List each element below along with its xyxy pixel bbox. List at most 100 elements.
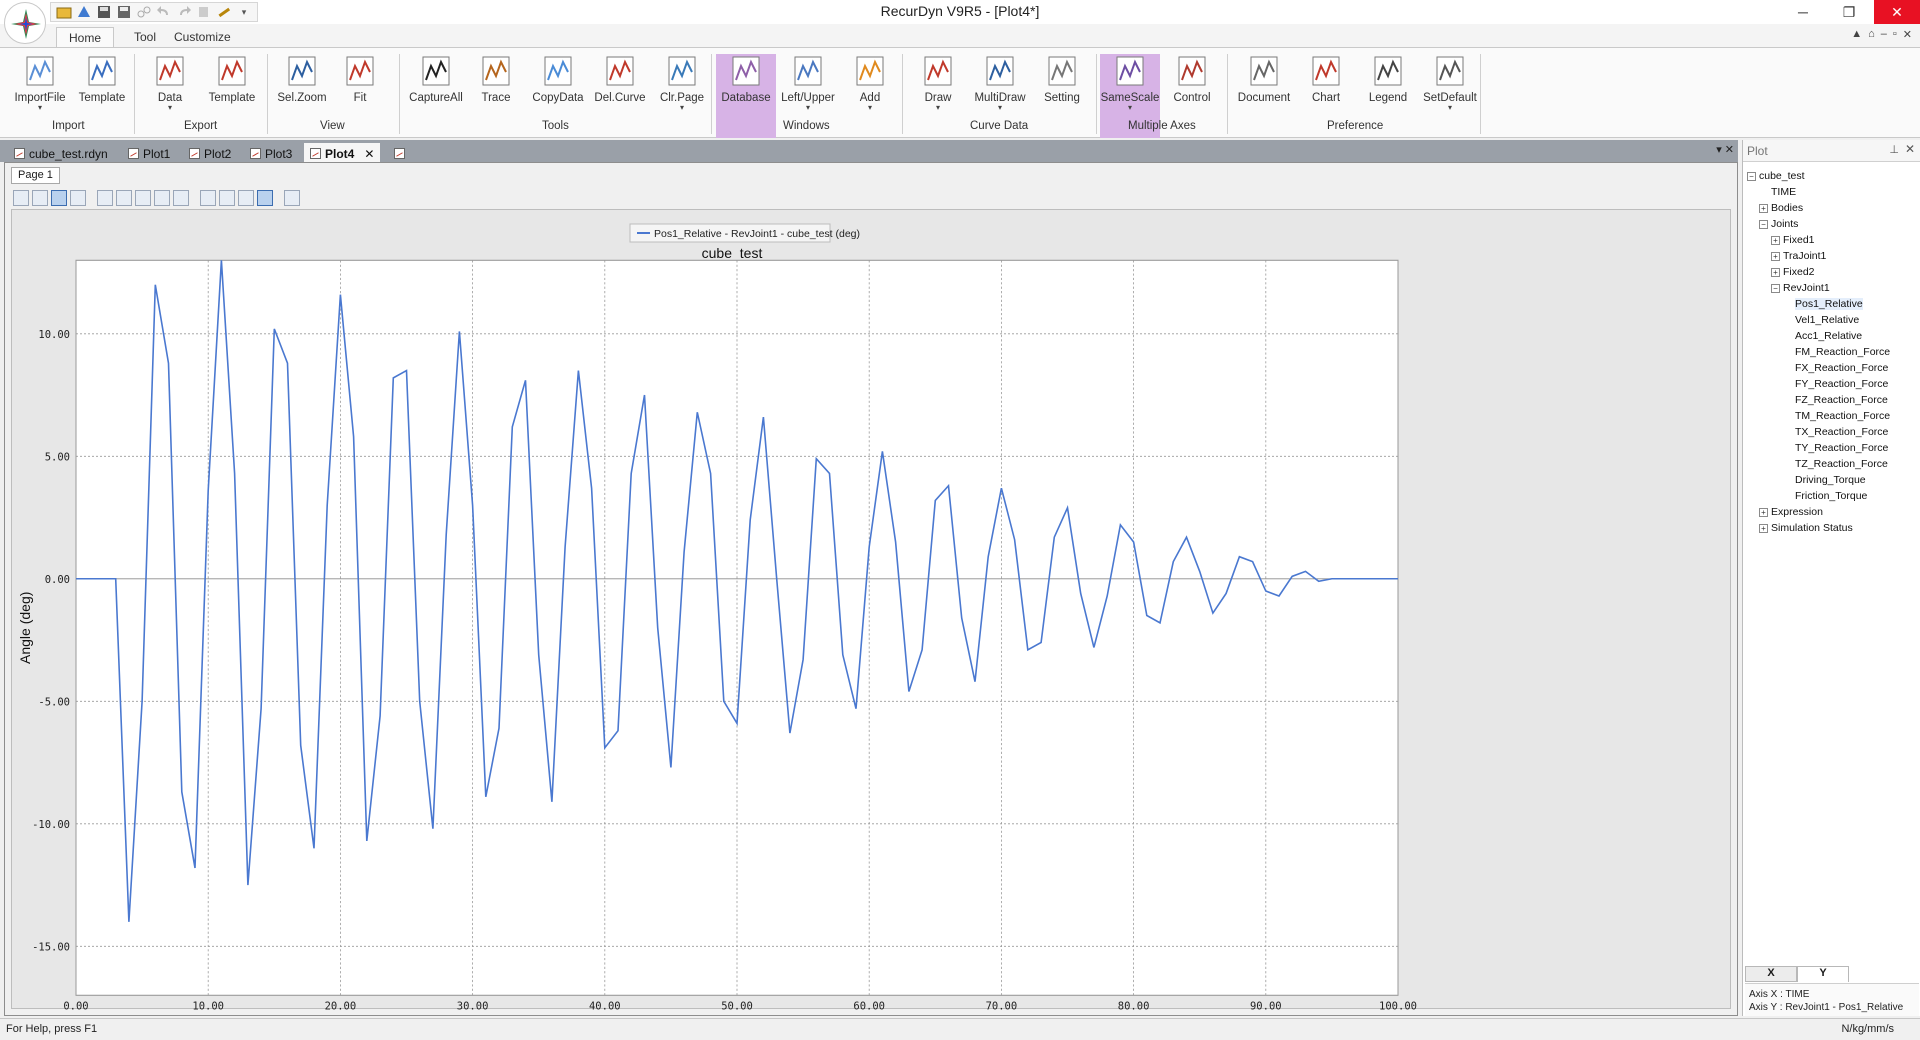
zoom-box-icon[interactable] xyxy=(116,190,132,206)
pin-icon[interactable]: ⊥ xyxy=(1889,143,1899,156)
ribbon-collapse-icon[interactable]: ▲ xyxy=(1851,28,1862,41)
left-upper-window-icon xyxy=(794,56,822,86)
scatter-icon[interactable] xyxy=(219,190,235,206)
tree-item-fixed1[interactable]: + Fixed1 xyxy=(1747,232,1919,248)
ribbon-home-icon[interactable]: ⌂ xyxy=(1868,28,1875,41)
tab-axis-y[interactable]: Y xyxy=(1797,966,1849,982)
app-logo-icon[interactable] xyxy=(4,2,46,44)
x-tick-label: 70.00 xyxy=(986,1000,1018,1010)
expand-icon[interactable]: + xyxy=(1759,507,1768,517)
doc-tab-plot2[interactable]: Plot2 xyxy=(183,143,237,162)
plot-search-input[interactable] xyxy=(1747,143,1871,159)
draw-button[interactable]: Draw ▾ xyxy=(908,54,968,138)
tree-item-label: Fixed2 xyxy=(1783,266,1815,278)
expand-icon[interactable]: + xyxy=(1771,251,1780,261)
dropdown-arrow-icon[interactable]: ▾ xyxy=(140,104,200,112)
tree-item-tx-reaction-force[interactable]: TX_Reaction_Force xyxy=(1747,424,1919,440)
tree-item-friction-torque[interactable]: Friction_Torque xyxy=(1747,488,1919,504)
close-tab-icon[interactable]: ✕ xyxy=(364,147,374,161)
tree-item-time[interactable]: TIME xyxy=(1747,184,1919,200)
doc-tab-plot3[interactable]: Plot3 xyxy=(244,143,298,162)
dropdown-arrow-icon[interactable]: ▾ xyxy=(652,104,712,112)
tree-item-expression[interactable]: + Expression xyxy=(1747,504,1919,520)
tree-item-revjoint1[interactable]: − RevJoint1 xyxy=(1747,280,1919,296)
pan-horizontal-icon[interactable] xyxy=(135,190,151,206)
tab-axis-x[interactable]: X xyxy=(1745,966,1797,982)
dropdown-arrow-icon[interactable]: ▾ xyxy=(908,104,968,112)
page-tab[interactable]: Page 1 xyxy=(11,167,60,184)
dropdown-arrow-icon[interactable]: ▾ xyxy=(1420,104,1480,112)
tree-item-bodies[interactable]: + Bodies xyxy=(1747,200,1919,216)
axis-swap-icon[interactable] xyxy=(238,190,254,206)
tree-item-fixed2[interactable]: + Fixed2 xyxy=(1747,264,1919,280)
tab-customize[interactable]: Customize xyxy=(162,27,243,48)
tree-item-driving-torque[interactable]: Driving_Torque xyxy=(1747,472,1919,488)
grid-toggle-icon[interactable] xyxy=(257,190,273,206)
mdi-restore-button[interactable]: ▫ xyxy=(1893,28,1897,41)
tree-item-label: TraJoint1 xyxy=(1783,250,1827,262)
pan-vertical-icon[interactable] xyxy=(154,190,170,206)
curve-list-icon[interactable] xyxy=(32,190,48,206)
tree-item-cube-test[interactable]: − cube_test xyxy=(1747,168,1919,184)
doc-tab-cube-test[interactable]: cube_test.rdyn xyxy=(8,143,114,162)
pen-icon[interactable] xyxy=(70,190,86,206)
mdi-close-button[interactable]: ✕ xyxy=(1903,28,1912,41)
expand-icon[interactable]: + xyxy=(1771,267,1780,277)
mdi-minimize-button[interactable]: – xyxy=(1881,28,1887,41)
tree-item-fx-reaction-force[interactable]: FX_Reaction_Force xyxy=(1747,360,1919,376)
tab-home[interactable]: Home xyxy=(56,27,115,48)
select-mode-icon[interactable] xyxy=(51,190,67,206)
tree-item-tz-reaction-force[interactable]: TZ_Reaction_Force xyxy=(1747,456,1919,472)
doc-tab-plot4[interactable]: Plot4 ✕ xyxy=(304,143,381,162)
document-button[interactable]: Document xyxy=(1234,54,1294,138)
trace-button[interactable]: Trace xyxy=(466,54,526,138)
database-button[interactable]: Database xyxy=(716,54,776,138)
doc-tab-plot1[interactable]: Plot1 xyxy=(122,143,176,162)
tree-item-trajoint1[interactable]: + TraJoint1 xyxy=(1747,248,1919,264)
dropdown-arrow-icon[interactable]: ▾ xyxy=(970,104,1030,112)
dropdown-arrow-icon[interactable]: ▾ xyxy=(10,104,70,112)
clr-page-button[interactable]: Clr.Page ▾ xyxy=(652,54,712,138)
del-curve-button[interactable]: Del.Curve xyxy=(590,54,650,138)
collapse-icon[interactable]: − xyxy=(1759,219,1768,229)
dropdown-arrow-icon[interactable]: ▾ xyxy=(840,104,900,112)
tab-list-controls[interactable]: ▾ ✕ xyxy=(1716,143,1734,156)
data-export-icon xyxy=(156,56,184,86)
dropdown-arrow-icon[interactable]: ▾ xyxy=(1100,104,1160,112)
ribbon-button-label: Chart xyxy=(1311,92,1341,104)
expand-icon[interactable]: + xyxy=(1759,523,1768,533)
tree-item-ty-reaction-force[interactable]: TY_Reaction_Force xyxy=(1747,440,1919,456)
collapse-icon[interactable]: − xyxy=(1771,283,1780,293)
tree-item-joints[interactable]: − Joints xyxy=(1747,216,1919,232)
add-button[interactable]: Add ▾ xyxy=(840,54,900,138)
setdefault-button[interactable]: SetDefault ▾ xyxy=(1420,54,1480,138)
zoom-fit-icon[interactable] xyxy=(173,190,189,206)
zoom-in-icon[interactable] xyxy=(97,190,113,206)
panel-close-icon[interactable]: ✕ xyxy=(1905,142,1915,156)
tree-item-label: TX_Reaction_Force xyxy=(1795,426,1889,438)
new-tab-button[interactable] xyxy=(388,143,411,162)
plot-canvas[interactable]: Pos1_Relative - RevJoint1 - cube_test (d… xyxy=(11,209,1731,1010)
minimize-button[interactable]: ─ xyxy=(1780,0,1826,24)
setting-button[interactable]: Setting xyxy=(1032,54,1092,138)
copy-plot-icon[interactable] xyxy=(13,190,29,206)
expand-icon[interactable]: + xyxy=(1771,235,1780,245)
expand-icon[interactable]: + xyxy=(1759,203,1768,213)
tree-item-label: Vel1_Relative xyxy=(1795,314,1860,326)
tree-item-fy-reaction-force[interactable]: FY_Reaction_Force xyxy=(1747,376,1919,392)
tree-item-pos1-relative[interactable]: Pos1_Relative xyxy=(1747,296,1919,312)
collapse-icon[interactable]: − xyxy=(1747,171,1756,181)
restore-button[interactable]: ❐ xyxy=(1826,0,1872,24)
tree-item-acc1-relative[interactable]: Acc1_Relative xyxy=(1747,328,1919,344)
template-import-icon xyxy=(88,56,116,86)
captureall-button[interactable]: CaptureAll xyxy=(406,54,466,138)
tree-item-tm-reaction-force[interactable]: TM_Reaction_Force xyxy=(1747,408,1919,424)
close-button[interactable]: ✕ xyxy=(1874,0,1920,24)
tree-item-fm-reaction-force[interactable]: FM_Reaction_Force xyxy=(1747,344,1919,360)
tree-item-vel1-relative[interactable]: Vel1_Relative xyxy=(1747,312,1919,328)
tree-item-simulation-status[interactable]: + Simulation Status xyxy=(1747,520,1919,536)
tree-item-fz-reaction-force[interactable]: FZ_Reaction_Force xyxy=(1747,392,1919,408)
dropdown-arrow-icon[interactable]: ▾ xyxy=(778,104,838,112)
cursor-tool-icon[interactable] xyxy=(284,190,300,206)
export-image-icon[interactable] xyxy=(200,190,216,206)
